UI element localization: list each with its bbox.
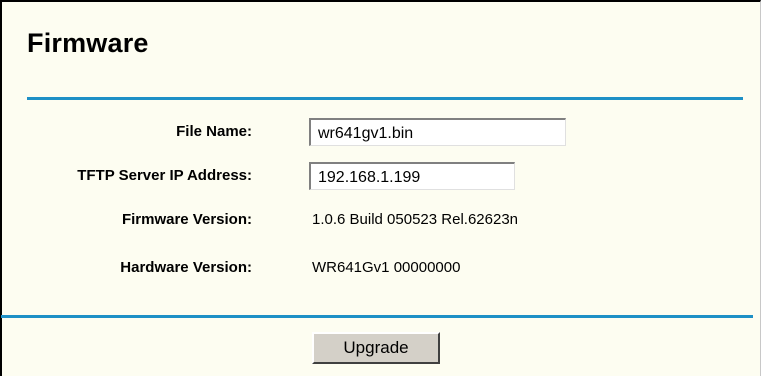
tftp-server-ip-label: TFTP Server IP Address:: [77, 167, 252, 184]
bottom-divider: [1, 315, 753, 318]
top-divider: [27, 97, 743, 100]
hardware-version-label: Hardware Version:: [120, 259, 252, 276]
page-title: Firmware: [27, 28, 149, 58]
file-name-label: File Name:: [176, 123, 252, 140]
file-name-input[interactable]: [309, 118, 566, 146]
hardware-version-value: WR641Gv1 00000000: [312, 259, 461, 276]
tftp-server-ip-input[interactable]: [309, 162, 515, 190]
firmware-panel: Firmware File Name: TFTP Server IP Addre…: [0, 0, 761, 376]
upgrade-button[interactable]: Upgrade: [312, 332, 440, 364]
firmware-version-label: Firmware Version:: [121, 211, 252, 228]
firmware-version-value: 1.0.6 Build 050523 Rel.62623n: [312, 211, 519, 228]
